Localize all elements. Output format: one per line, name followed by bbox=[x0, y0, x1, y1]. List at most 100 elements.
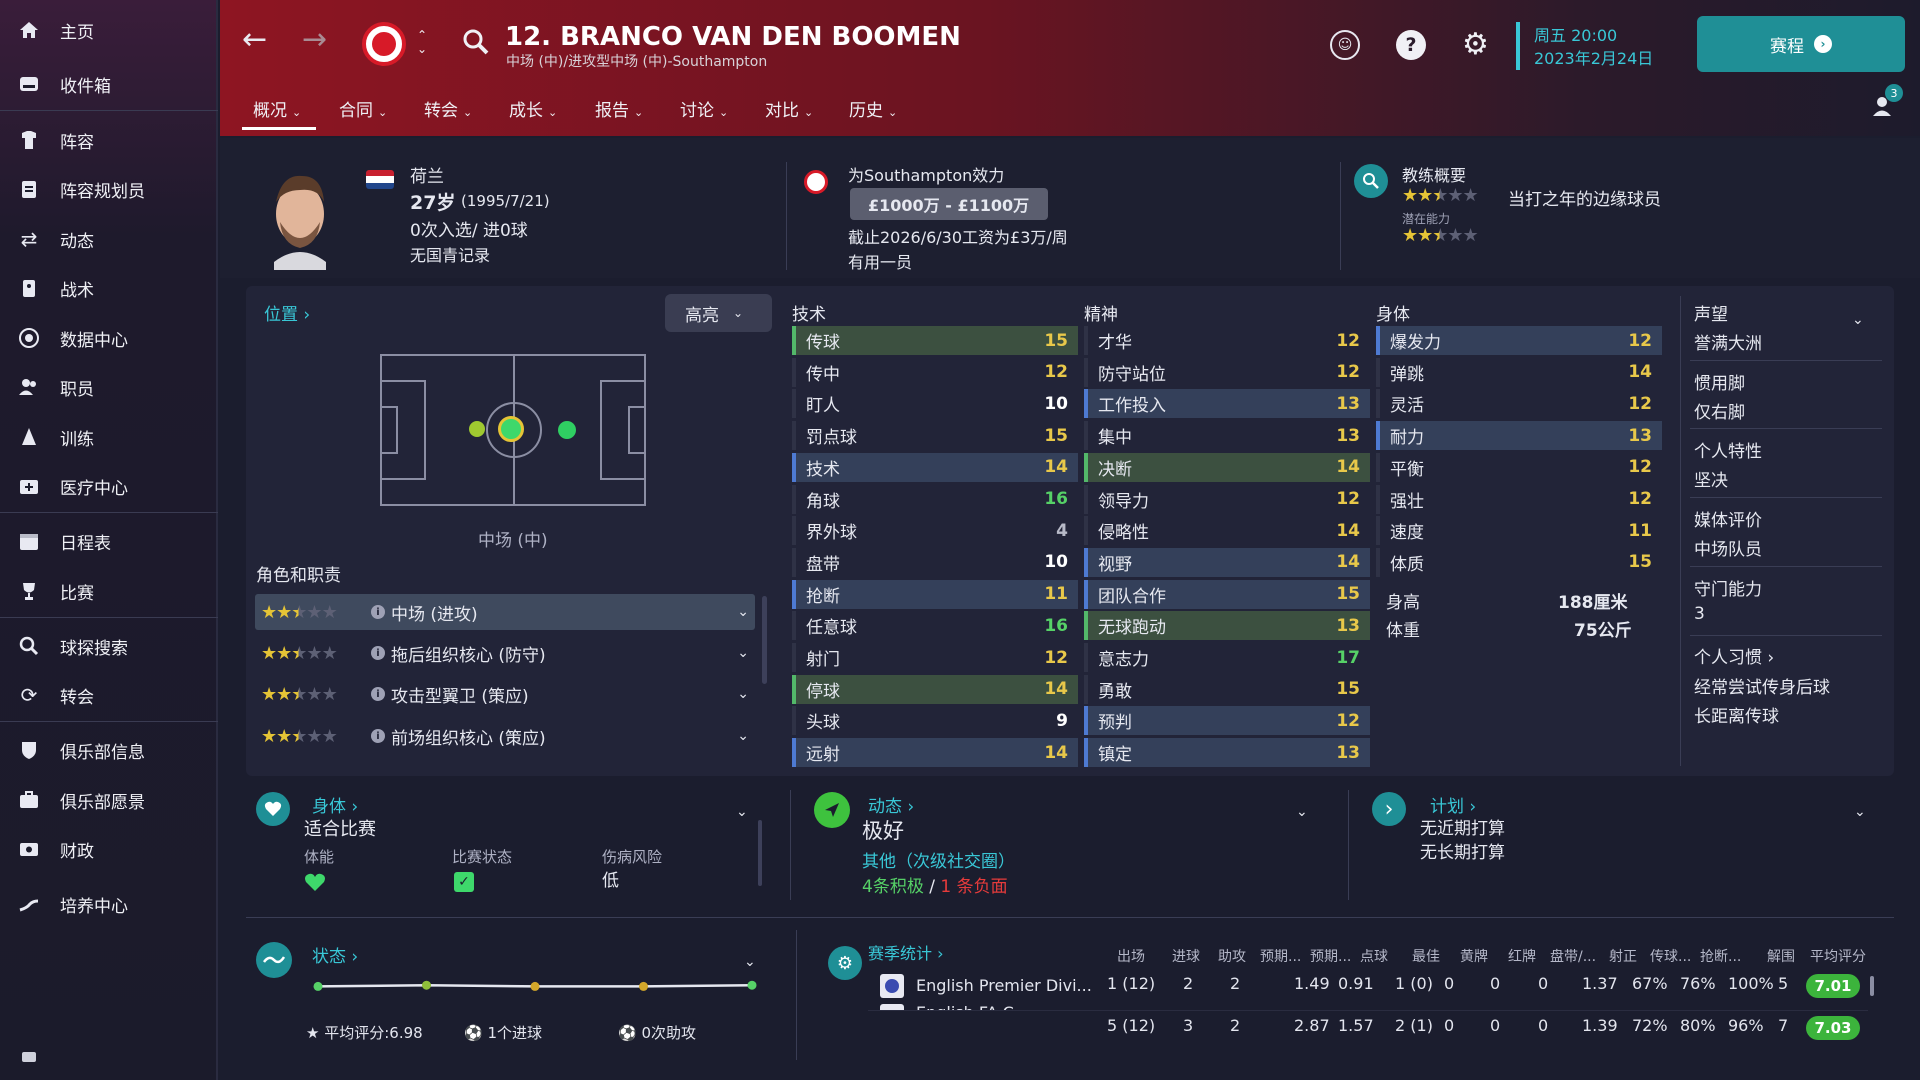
attribute-physical-row[interactable]: 灵活 12 bbox=[1376, 389, 1662, 419]
attribute-technical-row[interactable]: 传中 12 bbox=[792, 357, 1078, 387]
tab-reports[interactable]: 报告 ⌄ bbox=[595, 96, 643, 121]
highlight-dropdown[interactable]: 高亮 ⌄ bbox=[665, 294, 772, 332]
continue-button[interactable]: 赛程 › bbox=[1697, 16, 1905, 72]
stat-header[interactable]: 解围 bbox=[1767, 946, 1795, 966]
stat-header[interactable]: 传球... bbox=[1650, 946, 1691, 966]
sidebar-item-medical[interactable]: 医疗中心 bbox=[0, 464, 218, 508]
coach-search-icon[interactable] bbox=[1354, 164, 1388, 198]
tab-contract[interactable]: 合同 ⌄ bbox=[339, 96, 387, 121]
settings-gear-icon[interactable]: ⚙ bbox=[1462, 27, 1489, 62]
attribute-technical-row[interactable]: 远射 14 bbox=[792, 738, 1078, 768]
tab-compare[interactable]: 对比 ⌄ bbox=[765, 96, 813, 121]
season-stats-header[interactable]: 赛季统计 › bbox=[868, 940, 944, 964]
club-badge-icon[interactable] bbox=[362, 22, 406, 66]
attribute-technical-row[interactable]: 技术 14 bbox=[792, 452, 1078, 482]
form-point[interactable] bbox=[422, 980, 431, 990]
form-point[interactable] bbox=[313, 981, 323, 991]
form-point[interactable] bbox=[530, 981, 540, 991]
plans-chevron-icon[interactable]: ⌄ bbox=[1854, 804, 1866, 820]
sidebar-item-schedule[interactable]: 日程表 bbox=[0, 519, 218, 563]
attribute-physical-row[interactable]: 速度 11 bbox=[1376, 516, 1662, 546]
stat-header[interactable]: 点球 bbox=[1360, 946, 1388, 966]
attribute-physical-row[interactable]: 弹跳 14 bbox=[1376, 357, 1662, 387]
tab-development[interactable]: 成长 ⌄ bbox=[509, 96, 557, 121]
attribute-technical-row[interactable]: 盘带 10 bbox=[792, 547, 1078, 577]
competition-name-2[interactable]: English FA C... bbox=[916, 1000, 1029, 1010]
reputation-chevron-icon[interactable]: ⌄ bbox=[1852, 312, 1864, 328]
sidebar-item-club-vision[interactable]: 俱乐部愿景 bbox=[0, 778, 218, 822]
position-header[interactable]: 位置 › bbox=[264, 300, 310, 325]
role-chevron-icon[interactable]: ⌄ bbox=[737, 604, 749, 620]
attribute-mental-row[interactable]: 防守站位 12 bbox=[1084, 357, 1370, 387]
notifications-icon[interactable]: 3 bbox=[1870, 84, 1903, 118]
form-point[interactable] bbox=[639, 981, 648, 991]
attribute-technical-row[interactable]: 任意球 16 bbox=[792, 611, 1078, 641]
stat-header[interactable]: 抢断... bbox=[1700, 946, 1741, 966]
role-row[interactable]: ★★★★★ i 攻击型翼卫 (策应) ⌄ bbox=[255, 676, 755, 712]
sidebar-item-squad[interactable]: 阵容 bbox=[0, 118, 218, 162]
sidebar-item-training[interactable]: 训练 bbox=[0, 415, 218, 459]
form-header[interactable]: 状态 › bbox=[312, 942, 358, 967]
attribute-mental-row[interactable]: 勇敢 15 bbox=[1084, 674, 1370, 704]
attribute-mental-row[interactable]: 镇定 13 bbox=[1084, 738, 1370, 768]
sidebar-item-squad-planner[interactable]: 阵容规划员 bbox=[0, 167, 218, 211]
attribute-mental-row[interactable]: 集中 13 bbox=[1084, 421, 1370, 451]
club-switch-icon[interactable]: ⌃ ⌄ bbox=[417, 28, 427, 56]
role-row[interactable]: ★★★★★ i 前场组织核心 (策应) ⌄ bbox=[255, 718, 755, 754]
attribute-mental-row[interactable]: 才华 12 bbox=[1084, 326, 1370, 355]
sidebar-item-home[interactable]: 主页 bbox=[0, 8, 218, 52]
role-chevron-icon[interactable]: ⌄ bbox=[737, 645, 749, 661]
sidebar-item-finances[interactable]: 财政 bbox=[0, 827, 218, 871]
stats-scrollbar[interactable] bbox=[1870, 976, 1874, 996]
attribute-physical-row[interactable]: 体质 15 bbox=[1376, 547, 1662, 577]
role-row[interactable]: ★★★★★ i 拖后组织核心 (防守) ⌄ bbox=[255, 635, 755, 671]
search-icon[interactable] bbox=[462, 28, 490, 61]
attribute-mental-row[interactable]: 预判 12 bbox=[1084, 706, 1370, 736]
assistant-icon[interactable]: ☺ bbox=[1330, 30, 1360, 60]
attribute-mental-row[interactable]: 领导力 12 bbox=[1084, 484, 1370, 514]
transfer-value-badge[interactable]: £1000万 - £1100万 bbox=[850, 188, 1048, 220]
info-icon[interactable]: i bbox=[371, 729, 385, 743]
dynamics-chevron-icon[interactable]: ⌄ bbox=[1296, 804, 1308, 820]
competition-name-1[interactable]: English Premier Divi... bbox=[916, 976, 1092, 995]
sidebar-item-staff[interactable]: 职员 bbox=[0, 365, 218, 409]
role-chevron-icon[interactable]: ⌄ bbox=[737, 686, 749, 702]
stat-header[interactable]: 红牌 bbox=[1508, 946, 1536, 966]
attribute-mental-row[interactable]: 意志力 17 bbox=[1084, 643, 1370, 672]
role-row[interactable]: ★★★★★ i 中场 (进攻) ⌄ bbox=[255, 594, 755, 630]
fitness-header[interactable]: 身体 › bbox=[312, 792, 358, 817]
form-chevron-icon[interactable]: ⌄ bbox=[744, 954, 756, 970]
sidebar-item-data-hub[interactable]: 数据中心 bbox=[0, 316, 218, 360]
attribute-mental-row[interactable]: 无球跑动 13 bbox=[1084, 611, 1370, 641]
tab-overview[interactable]: 概况 ⌄ bbox=[253, 96, 301, 121]
roles-scrollbar[interactable] bbox=[762, 596, 767, 684]
tab-transfer[interactable]: 转会 ⌄ bbox=[424, 96, 472, 121]
stat-header[interactable]: 射正 bbox=[1609, 946, 1637, 966]
stat-header[interactable]: 平均评分 bbox=[1810, 946, 1866, 966]
sidebar-item-dynamics[interactable]: ⇄ 动态 bbox=[0, 217, 218, 261]
attribute-technical-row[interactable]: 角球 16 bbox=[792, 484, 1078, 514]
tab-history[interactable]: 历史 ⌄ bbox=[849, 96, 897, 121]
stat-header[interactable]: 最佳 bbox=[1412, 946, 1440, 966]
stat-header[interactable]: 黄牌 bbox=[1460, 946, 1488, 966]
stat-header[interactable]: 进球 bbox=[1172, 946, 1200, 966]
sidebar-item-club-info[interactable]: 俱乐部信息 bbox=[0, 728, 218, 772]
attribute-technical-row[interactable]: 射门 12 bbox=[792, 643, 1078, 672]
attribute-technical-row[interactable]: 盯人 10 bbox=[792, 389, 1078, 419]
info-icon[interactable]: i bbox=[371, 605, 385, 619]
attribute-technical-row[interactable]: 抢断 11 bbox=[792, 579, 1078, 609]
tab-discuss[interactable]: 讨论 ⌄ bbox=[680, 96, 728, 121]
attribute-mental-row[interactable]: 侵略性 14 bbox=[1084, 516, 1370, 546]
attribute-mental-row[interactable]: 团队合作 15 bbox=[1084, 579, 1370, 609]
stat-header[interactable]: 预期... bbox=[1260, 946, 1301, 966]
attribute-technical-row[interactable]: 停球 14 bbox=[792, 674, 1078, 704]
info-icon[interactable]: i bbox=[371, 687, 385, 701]
role-chevron-icon[interactable]: ⌄ bbox=[737, 728, 749, 744]
attribute-physical-row[interactable]: 平衡 12 bbox=[1376, 452, 1662, 482]
sidebar-item-transfers[interactable]: ⟳ 转会 bbox=[0, 673, 218, 717]
attribute-technical-row[interactable]: 界外球 4 bbox=[792, 516, 1078, 546]
social-group[interactable]: 其他（次级社交圈） bbox=[862, 847, 1015, 872]
attribute-mental-row[interactable]: 决断 14 bbox=[1084, 452, 1370, 482]
sidebar-item-inbox[interactable]: 收件箱 bbox=[0, 62, 218, 106]
attribute-technical-row[interactable]: 传球 15 bbox=[792, 326, 1078, 355]
